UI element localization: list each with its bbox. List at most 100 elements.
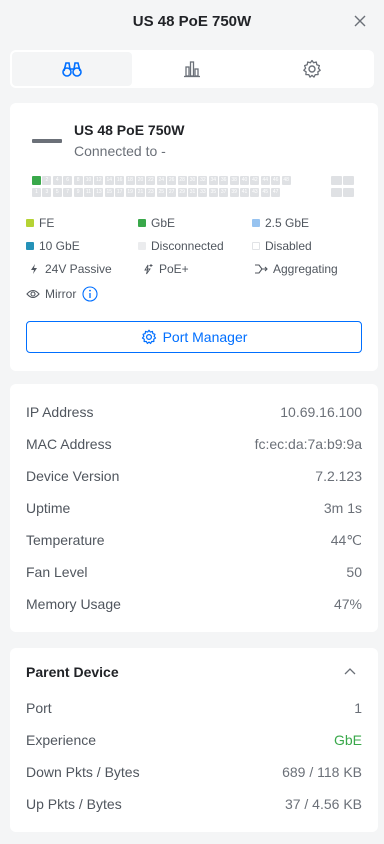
switch-port[interactable]: 21: [136, 188, 145, 197]
sfp-port[interactable]: [331, 188, 342, 197]
info-row-memory: Memory Usage 47%: [26, 594, 362, 614]
legend-aggregating: Aggregating: [254, 262, 338, 276]
switch-port[interactable]: 1: [32, 188, 41, 197]
switch-port[interactable]: 16: [115, 176, 125, 185]
switch-port[interactable]: 8: [73, 176, 83, 185]
legend-24v-passive: 24V Passive: [28, 262, 112, 276]
switch-port[interactable]: 27: [167, 188, 177, 197]
tab-settings[interactable]: [252, 52, 372, 86]
switch-port[interactable]: 47: [271, 188, 281, 197]
switch-port[interactable]: 33: [198, 188, 208, 197]
switch-port[interactable]: 13: [94, 188, 104, 197]
legend-disabled: Disabled: [252, 239, 312, 253]
switch-port[interactable]: 14: [104, 176, 114, 185]
switch-port[interactable]: 45: [260, 188, 270, 197]
info-icon[interactable]: [82, 286, 98, 302]
switch-port[interactable]: 6: [63, 176, 73, 185]
legend-disconnected: Disconnected: [138, 239, 224, 253]
info-value: 37 / 4.56 KB: [284, 796, 362, 812]
device-name: US 48 PoE 750W: [74, 122, 185, 138]
info-row-version: Device Version 7.2.123: [26, 466, 362, 486]
switch-port[interactable]: 43: [250, 188, 260, 197]
switch-port[interactable]: 48: [281, 176, 291, 185]
info-value: 50: [346, 564, 362, 580]
chevron-up-icon[interactable]: [344, 667, 356, 675]
info-label: Temperature: [26, 532, 105, 548]
switch-port[interactable]: 5: [52, 188, 62, 197]
info-label: Device Version: [26, 468, 120, 484]
info-value: 1: [354, 700, 362, 716]
switch-port[interactable]: 38: [229, 176, 239, 185]
switch-port[interactable]: 40: [240, 176, 249, 185]
parent-row-port: Port 1: [26, 698, 362, 718]
tab-overview[interactable]: [12, 52, 132, 86]
switch-port[interactable]: 15: [104, 188, 114, 197]
info-value: GbE: [333, 732, 362, 748]
tab-statistics[interactable]: [132, 52, 252, 86]
aggregate-icon: [255, 264, 268, 274]
switch-port[interactable]: 4: [52, 176, 62, 185]
info-label: Memory Usage: [26, 596, 121, 612]
switch-port[interactable]: 46: [271, 176, 281, 185]
switch-port[interactable]: 17: [115, 188, 125, 197]
switch-port[interactable]: 37: [219, 188, 229, 197]
switch-port[interactable]: 20: [136, 176, 145, 185]
switch-port[interactable]: 2: [42, 176, 52, 185]
sfp-port[interactable]: [331, 176, 342, 185]
switch-port[interactable]: 7: [63, 188, 73, 197]
switch-port[interactable]: 3: [42, 188, 52, 197]
switch-port[interactable]: 10: [84, 176, 93, 185]
switch-port[interactable]: [32, 176, 41, 185]
switch-port[interactable]: 23: [146, 188, 156, 197]
switch-port[interactable]: 12: [94, 176, 104, 185]
sfp-port[interactable]: [343, 176, 354, 185]
bar-chart-icon: [184, 61, 200, 78]
legend-poe-plus: PoE+: [142, 262, 189, 276]
gear-icon: [141, 329, 156, 345]
close-icon[interactable]: [353, 14, 367, 28]
switch-port[interactable]: 36: [219, 176, 229, 185]
switch-port[interactable]: 18: [125, 176, 135, 185]
switch-icon: [32, 139, 62, 143]
eye-icon: [26, 289, 40, 299]
legend-label: 2.5 GbE: [265, 216, 310, 230]
switch-port[interactable]: 34: [208, 176, 218, 185]
legend-label: PoE+: [159, 262, 189, 276]
switch-port[interactable]: 39: [229, 188, 239, 197]
switch-port[interactable]: 25: [156, 188, 166, 197]
switch-port[interactable]: 9: [73, 188, 83, 197]
switch-port[interactable]: 28: [177, 176, 187, 185]
parent-device-card: Parent Device Port 1 Experience GbE Down P…: [10, 648, 378, 832]
switch-port[interactable]: 26: [167, 176, 177, 185]
info-value: 44℃: [330, 531, 362, 548]
info-label: MAC Address: [26, 436, 112, 452]
info-label: Port: [26, 700, 52, 716]
switch-port[interactable]: 19: [125, 188, 135, 197]
info-label: Up Pkts / Bytes: [26, 796, 122, 812]
info-label: Fan Level: [26, 564, 88, 580]
parent-row-experience: Experience GbE: [26, 730, 362, 750]
switch-port[interactable]: 42: [250, 176, 260, 185]
info-row-ip: IP Address 10.69.16.100: [26, 402, 362, 422]
switch-port[interactable]: 30: [188, 176, 197, 185]
legend-label: Disconnected: [151, 239, 224, 253]
lightning-icon: [31, 264, 37, 274]
switch-port[interactable]: 11: [84, 188, 93, 197]
info-value: 689 / 118 KB: [282, 764, 362, 780]
binoculars-icon: [62, 62, 82, 77]
switch-port[interactable]: 44: [260, 176, 270, 185]
switch-port[interactable]: 24: [156, 176, 166, 185]
info-row-temperature: Temperature 44℃: [26, 530, 362, 550]
port-manager-button[interactable]: Port Manager: [26, 321, 362, 353]
info-value: 7.2.123: [315, 468, 362, 484]
lightning-plus-icon: [144, 264, 153, 275]
legend-gbe: GbE: [138, 216, 175, 230]
switch-port[interactable]: 31: [188, 188, 197, 197]
parent-row-up: Up Pkts / Bytes 37 / 4.56 KB: [26, 794, 362, 814]
switch-port[interactable]: 32: [198, 176, 208, 185]
sfp-port[interactable]: [343, 188, 354, 197]
switch-port[interactable]: 35: [208, 188, 218, 197]
switch-port[interactable]: 29: [177, 188, 187, 197]
switch-port[interactable]: 41: [240, 188, 249, 197]
switch-port[interactable]: 22: [146, 176, 156, 185]
